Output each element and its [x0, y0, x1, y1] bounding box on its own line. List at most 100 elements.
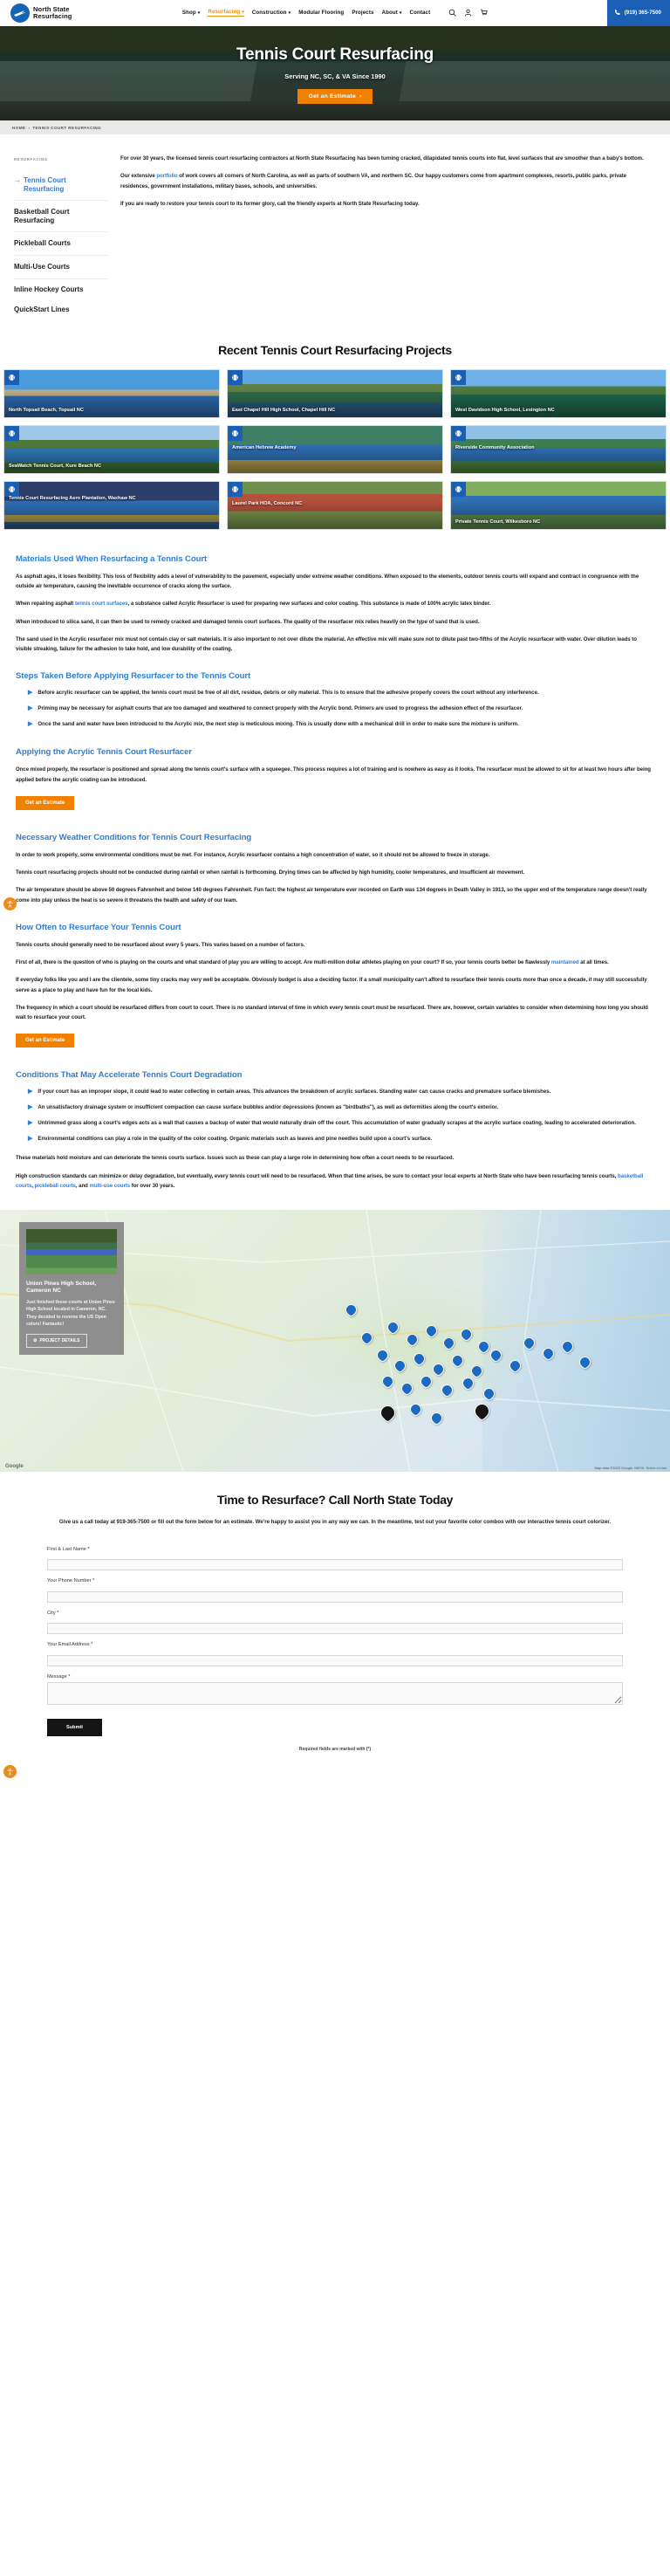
form-field-message: Message *: [47, 1674, 623, 1709]
nav-item-modular-flooring[interactable]: Modular Flooring: [298, 10, 344, 16]
submit-button[interactable]: Submit: [47, 1718, 102, 1736]
bullet-icon: ▶: [28, 1120, 33, 1127]
breadcrumb-home[interactable]: HOME: [12, 126, 25, 130]
project-card[interactable]: East Chapel Hill High School, Chapel Hil…: [227, 368, 443, 418]
howoften-p2: First of all, there is the question of w…: [16, 959, 609, 966]
list-item: ▶ If your court has an improper slope, it…: [16, 1088, 654, 1097]
message-field[interactable]: [47, 1681, 623, 1705]
header-icon-group: [448, 9, 488, 17]
bullet-icon: ▶: [28, 1104, 33, 1111]
sidebar-kicker: RESURFACING: [14, 157, 48, 161]
list-item: ▶ Before acrylic resurfacer can be applie…: [16, 689, 654, 698]
map-card-title: Union Pines High School, Cameron NC: [26, 1281, 97, 1295]
maintained-link[interactable]: maintained: [551, 959, 579, 965]
project-card[interactable]: West Davidson High School, Lexington NC: [450, 368, 667, 418]
project-caption: SeaWatch Tennis Court, Kure Beach NC: [9, 463, 101, 469]
accessibility-widget-icon[interactable]: [3, 1764, 17, 1778]
field-label: City *: [47, 1610, 59, 1616]
phone-icon: [614, 9, 621, 17]
name-field[interactable]: [47, 1559, 623, 1571]
estimate-button-applying[interactable]: Get an Estimate: [16, 795, 75, 810]
chevron-down-icon: ▾: [197, 10, 201, 16]
tennis-ball-icon: [4, 369, 19, 385]
nav-item-projects[interactable]: Projects: [352, 10, 373, 16]
accessibility-widget-icon[interactable]: [3, 897, 17, 910]
field-label: Your Phone Number *: [47, 1578, 95, 1584]
contact-form: First & Last Name * Your Phone Number * …: [0, 1528, 670, 1761]
logo-swoosh-icon: [10, 3, 30, 23]
project-card[interactable]: Private Tennis Court, Wilkesboro NC: [450, 480, 667, 530]
project-card[interactable]: Riverside Community Association: [450, 424, 667, 474]
required-fields-note: Required fields are marked with (*): [298, 1746, 372, 1752]
nav-item-resurfacing[interactable]: Resurfacing ▾: [208, 9, 244, 17]
weather-p3: The air temperature should be above 50 d…: [16, 887, 647, 903]
sidebar-item-inline-hockey-courts[interactable]: Inline Hockey Courts: [14, 279, 108, 300]
email-field[interactable]: [47, 1654, 623, 1666]
header-phone-button[interactable]: (919) 365-7500: [606, 0, 670, 26]
estimate-button-how-often[interactable]: Get an Estimate: [16, 1034, 75, 1048]
nav-item-construction[interactable]: Construction ▾: [252, 10, 291, 16]
project-card[interactable]: Laurel Park HOA, Concord NC: [227, 480, 443, 530]
bullet-icon: ▶: [28, 1089, 33, 1096]
project-card[interactable]: North Topsail Beach, Topsail NC: [3, 368, 220, 418]
sidebar-item-pickleball-courts[interactable]: Pickleball Courts: [14, 232, 108, 256]
degradation-list: ▶ If your court has an improper slope, it…: [16, 1088, 654, 1144]
city-field[interactable]: [47, 1623, 623, 1635]
map-card-body: Just finished these courts at Union Pine…: [26, 1299, 115, 1327]
project-card[interactable]: SeaWatch Tennis Court, Kure Beach NC: [3, 424, 220, 474]
applying-p1: Once mixed properly, the resurfacer is p…: [16, 766, 651, 783]
section-heading-materials: Materials Used When Resurfacing a Tennis…: [16, 553, 208, 564]
intro-copy: For over 30 years, the licensed tennis c…: [108, 154, 656, 320]
nav-item-about[interactable]: About ▾: [382, 10, 402, 16]
multi-use-courts-link[interactable]: multi-use courts: [90, 1183, 131, 1189]
list-item: ▶ Once the sand and water have been intro…: [16, 720, 654, 730]
projects-grid: North Topsail Beach, Topsail NC East Cha…: [0, 368, 670, 530]
project-card[interactable]: Tennis Court Resurfacing Aero Plantation…: [3, 480, 220, 530]
hero-estimate-button[interactable]: Get an Estimate ›: [297, 89, 373, 104]
list-item: ▶ Priming may be necessary for asphalt co…: [16, 704, 654, 714]
projects-map[interactable]: Union Pines High School, Cameron NC Just…: [0, 1210, 670, 1473]
project-card[interactable]: American Hebrew Academy: [227, 424, 443, 474]
weather-p2: Tennis court resurfacing projects should…: [16, 869, 525, 876]
howoften-p3: If everyday folks like you and I are the…: [16, 977, 647, 993]
site-logo[interactable]: North State Resurfacing: [10, 3, 72, 23]
tennis-ball-icon: [228, 425, 243, 441]
projects-heading: Recent Tennis Court Resurfacing Projects: [218, 342, 452, 357]
cta-body: Give us a call today at 919-365-7500 or …: [58, 1519, 612, 1526]
tennis-court-surfaces-link[interactable]: tennis court surfaces: [75, 601, 128, 607]
map-terms-link[interactable]: Terms of Use: [646, 1466, 667, 1470]
list-item: ▶ An unsatisfactory drainage system or in…: [16, 1103, 654, 1113]
sidebar-item-multi-use-courts[interactable]: Multi-Use Courts: [14, 256, 108, 279]
account-icon[interactable]: [464, 9, 472, 17]
pickleball-courts-link[interactable]: pickleball courts: [35, 1183, 76, 1189]
bullet-icon: ▶: [28, 1136, 33, 1143]
nav-item-shop[interactable]: Shop ▾: [182, 10, 201, 16]
header-phone-number: (919) 365-7500: [624, 10, 661, 16]
intro-paragraph-3: If you are ready to restore your tennis …: [120, 200, 420, 207]
bullet-icon: ▶: [28, 721, 33, 728]
tennis-ball-icon: [451, 425, 466, 441]
portfolio-link[interactable]: portfolio: [156, 173, 177, 179]
map-card-thumbnail: [26, 1229, 117, 1275]
field-label: First & Last Name *: [47, 1546, 90, 1552]
section-heading-how-often: How Often to Resurface Your Tennis Court: [16, 922, 181, 932]
chevron-down-icon: ▾: [288, 10, 291, 16]
project-caption: West Davidson High School, Lexington NC: [455, 407, 555, 413]
sidebar-nav: RESURFACING → Tennis Court Resurfacing B…: [14, 154, 108, 320]
sidebar-item-tennis-court-resurfacing[interactable]: → Tennis Court Resurfacing: [14, 169, 108, 202]
project-details-button[interactable]: ⚙ PROJECT DETAILS: [26, 1334, 87, 1349]
sidebar-item-basketball-court-resurfacing[interactable]: Basketball Court Resurfacing: [14, 201, 108, 233]
tennis-ball-icon: [228, 369, 243, 385]
phone-field[interactable]: [47, 1590, 623, 1603]
page-title: Tennis Court Resurfacing: [236, 45, 434, 64]
brand-line-2: Resurfacing: [33, 11, 72, 20]
intro-paragraph-1: For over 30 years, the licensed tennis c…: [120, 155, 644, 161]
field-label: Your Email Address *: [47, 1642, 93, 1648]
gear-icon: ⚙: [33, 1338, 38, 1344]
nav-item-contact[interactable]: Contact: [410, 10, 431, 16]
tennis-ball-icon: [4, 481, 19, 497]
sidebar-item-label: Tennis Court Resurfacing: [24, 176, 66, 193]
search-icon[interactable]: [448, 9, 456, 17]
sidebar-item-quickstart-lines[interactable]: QuickStart Lines: [14, 299, 108, 320]
cart-icon[interactable]: [480, 9, 488, 17]
